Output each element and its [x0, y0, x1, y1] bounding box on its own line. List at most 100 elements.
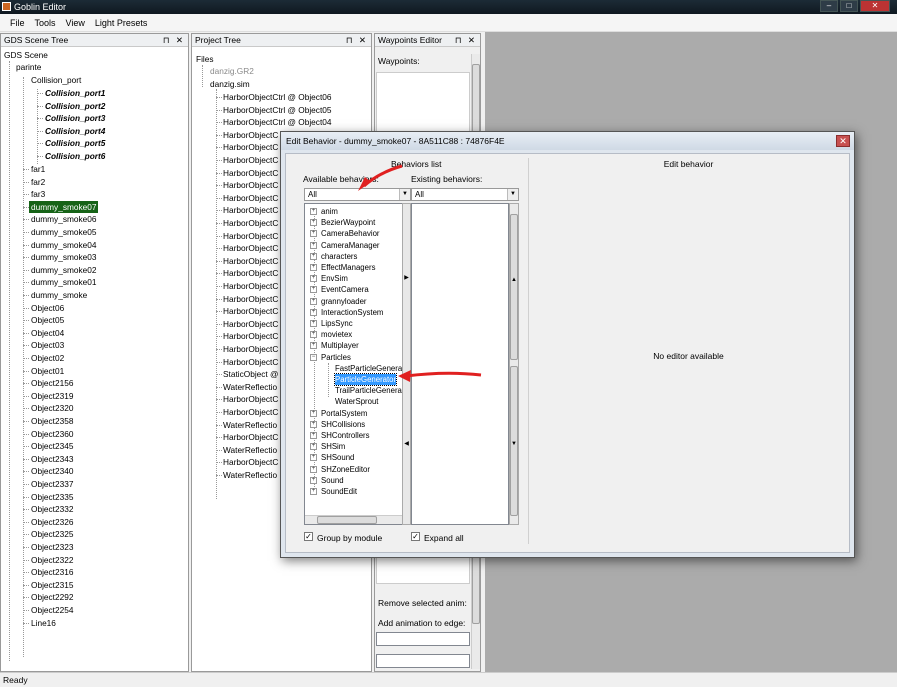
behavior-node[interactable]: anim [321, 206, 338, 217]
scene-node[interactable]: Object06 [31, 302, 64, 314]
scene-root[interactable]: GDS Scene [4, 49, 48, 61]
panel-pin-close-icons[interactable]: ⊓ ✕ [163, 34, 185, 46]
scroll-up-icon[interactable]: ▲ [510, 276, 518, 285]
project-node[interactable]: HarborObjectC [223, 356, 278, 368]
behavior-node[interactable]: EnvSim [321, 273, 348, 284]
scene-node-collision-child[interactable]: Collision_port2 [45, 100, 105, 112]
project-files-root[interactable]: Files [196, 53, 214, 65]
anim-combo[interactable] [376, 654, 470, 668]
minimize-button[interactable]: – [820, 0, 838, 12]
existing-filter-select[interactable]: All ▼ [411, 188, 519, 201]
project-node[interactable]: HarborObjectC [223, 318, 278, 330]
scene-node[interactable]: Object2323 [31, 541, 73, 553]
scene-node[interactable]: Object05 [31, 314, 64, 326]
scene-node-collision-child[interactable]: Collision_port4 [45, 125, 105, 137]
menu-tools[interactable]: Tools [30, 14, 61, 32]
project-node[interactable]: HarborObjectC [223, 217, 278, 229]
expand-icon[interactable]: + [310, 241, 317, 249]
expand-icon[interactable]: + [310, 219, 317, 227]
behavior-node[interactable]: CameraBehavior [321, 228, 380, 239]
project-node[interactable]: WaterReflectio [223, 419, 277, 431]
move-right-button[interactable]: ▶ [403, 274, 410, 281]
project-node[interactable]: HarborObjectC [223, 267, 278, 279]
scene-node-collision-child[interactable]: Collision_port1 [45, 87, 105, 99]
available-behaviors-tree[interactable]: + anim + BezierWaypoint + CameraBehavior + Came… [304, 203, 411, 525]
expand-icon[interactable]: + [310, 409, 317, 417]
expand-icon[interactable]: + [310, 432, 317, 439]
expand-icon[interactable]: + [310, 230, 317, 238]
project-node[interactable]: HarborObjectCtrl @ Object05 [223, 104, 331, 116]
expand-icon[interactable]: + [310, 308, 317, 316]
expand-icon[interactable]: + [310, 465, 317, 473]
scene-node[interactable]: Object2343 [31, 453, 73, 465]
panel-pin-close-icons[interactable]: ⊓ ✕ [346, 34, 368, 46]
behavior-node[interactable]: SHSound [321, 452, 354, 463]
scene-node[interactable]: dummy_smoke04 [31, 239, 96, 251]
scene-node[interactable]: Object2319 [31, 390, 73, 402]
scene-node-parinte[interactable]: parinte [16, 61, 41, 73]
scene-node[interactable]: dummy_smoke03 [31, 251, 96, 263]
behavior-node[interactable]: Sound [321, 475, 344, 486]
project-node[interactable]: HarborObjectC [223, 293, 278, 305]
project-node[interactable]: HarborObjectC [223, 343, 278, 355]
project-node[interactable]: HarborObjectC [223, 242, 278, 254]
behavior-node[interactable]: LipsSync [321, 318, 353, 329]
scene-node[interactable]: Object2156 [31, 377, 73, 389]
scene-node[interactable]: Object04 [31, 327, 64, 339]
expand-icon[interactable]: + [310, 275, 317, 283]
scene-node[interactable]: far3 [31, 188, 45, 200]
behavior-node[interactable]: WaterSprout [335, 396, 378, 407]
behavior-node[interactable]: Multiplayer [321, 340, 359, 351]
project-node[interactable]: WaterReflectio [223, 444, 277, 456]
expand-icon[interactable]: + [310, 476, 317, 484]
behavior-node[interactable]: CameraManager [321, 240, 380, 251]
scene-node[interactable]: Object2340 [31, 465, 73, 477]
expand-icon[interactable]: + [310, 488, 317, 495]
scene-node[interactable]: Object2254 [31, 604, 73, 616]
menu-view[interactable]: View [61, 14, 90, 32]
project-node[interactable]: HarborObjectC [223, 456, 278, 468]
move-left-button[interactable]: ◀ [403, 440, 410, 447]
project-node[interactable]: HarborObjectC [223, 192, 278, 204]
panel-pin-close-icons[interactable]: ⊓ ✕ [455, 34, 477, 46]
scene-node[interactable]: Object03 [31, 339, 64, 351]
behavior-node[interactable]: EventCamera [321, 284, 369, 295]
scene-node[interactable]: dummy_smoke02 [31, 264, 96, 276]
project-node[interactable]: WaterReflectio [223, 381, 277, 393]
expand-icon[interactable]: + [310, 286, 317, 294]
project-node[interactable]: WaterReflectio [223, 469, 277, 481]
scene-node[interactable]: Object2345 [31, 440, 73, 452]
scene-node[interactable]: dummy_smoke07 [29, 200, 99, 213]
scene-node[interactable]: Object2358 [31, 415, 73, 427]
scene-node[interactable]: Object2315 [31, 579, 73, 591]
menu-file[interactable]: File [5, 14, 30, 32]
scene-node[interactable]: Object2325 [31, 528, 73, 540]
scene-node[interactable]: Object2335 [31, 491, 73, 503]
project-node[interactable]: HarborObjectC [223, 154, 278, 166]
expand-icon[interactable]: − [310, 353, 317, 361]
hscroll-thumb[interactable] [317, 516, 377, 524]
scene-node[interactable]: dummy_smoke01 [31, 276, 96, 288]
scene-node[interactable]: Object2316 [31, 566, 73, 578]
scene-tree[interactable]: GDS Scene parinte Collision_port Collision_… [1, 47, 188, 667]
menu-light-presets[interactable]: Light Presets [90, 14, 153, 32]
scene-node-collision[interactable]: Collision_port [31, 74, 81, 86]
behavior-node[interactable]: SHControllers [321, 430, 370, 441]
expand-icon[interactable]: + [310, 208, 317, 215]
scroll-down-icon[interactable]: ▼ [510, 440, 518, 449]
scene-node[interactable]: Object2332 [31, 503, 73, 515]
expand-icon[interactable]: + [310, 297, 317, 305]
behavior-node[interactable]: SoundEdit [321, 486, 357, 497]
behavior-node[interactable]: PortalSystem [321, 408, 367, 419]
project-node[interactable]: HarborObjectCtrl @ Object04 [223, 116, 331, 128]
behavior-node[interactable]: SHCollisions [321, 419, 365, 430]
scene-node[interactable]: Object2320 [31, 402, 73, 414]
project-node[interactable]: HarborObjectC [223, 330, 278, 342]
existing-scrollbar[interactable]: ▲ ▼ [509, 203, 519, 525]
expand-icon[interactable]: + [310, 264, 317, 271]
project-node[interactable]: StaticObject @ [223, 368, 278, 380]
expand-icon[interactable]: + [310, 331, 317, 339]
behavior-node[interactable]: grannyloader [321, 296, 367, 307]
project-node-gr2[interactable]: danzig.GR2 [210, 65, 254, 77]
scene-node[interactable]: Line16 [31, 617, 56, 629]
